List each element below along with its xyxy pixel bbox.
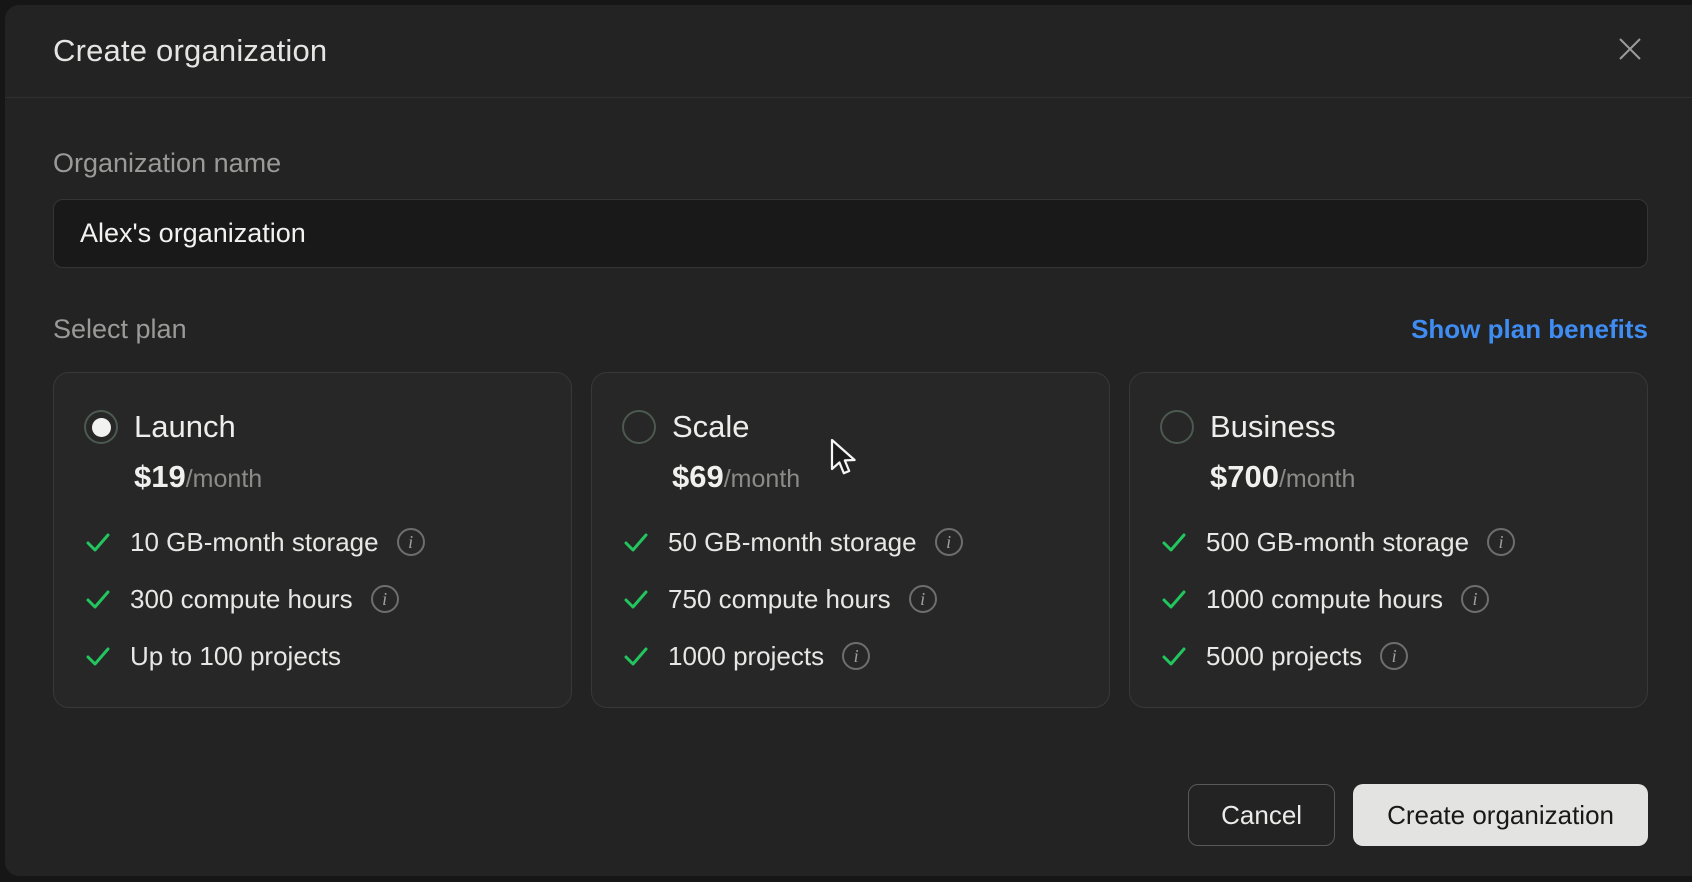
plan-features: 10 GB-month storage i 300 compute hours … bbox=[84, 525, 541, 673]
check-icon bbox=[1160, 642, 1188, 670]
feature-row: 5000 projects i bbox=[1160, 639, 1617, 673]
create-organization-button[interactable]: Create organization bbox=[1353, 784, 1648, 846]
plan-price-row: $700 /month bbox=[1210, 459, 1617, 495]
plan-price-row: $69 /month bbox=[672, 459, 1079, 495]
plan-period: /month bbox=[1279, 465, 1355, 494]
radio-launch[interactable] bbox=[84, 410, 118, 444]
organization-name-label: Organization name bbox=[53, 148, 1648, 179]
dialog-footer: Cancel Create organization bbox=[5, 784, 1692, 876]
plan-features: 50 GB-month storage i 750 compute hours … bbox=[622, 525, 1079, 673]
plan-header: Business bbox=[1160, 409, 1617, 445]
feature-label: Up to 100 projects bbox=[130, 641, 341, 672]
plan-features: 500 GB-month storage i 1000 compute hour… bbox=[1160, 525, 1617, 673]
plan-header: Scale bbox=[622, 409, 1079, 445]
dialog-title: Create organization bbox=[53, 33, 327, 69]
close-button[interactable] bbox=[1612, 33, 1648, 69]
feature-row: 750 compute hours i bbox=[622, 582, 1079, 616]
plan-header: Launch bbox=[84, 409, 541, 445]
check-icon bbox=[622, 585, 650, 613]
feature-row: 1000 compute hours i bbox=[1160, 582, 1617, 616]
feature-label: 50 GB-month storage bbox=[668, 527, 917, 558]
plan-card-business[interactable]: Business $700 /month 500 GB-month storag… bbox=[1129, 372, 1648, 708]
info-icon[interactable]: i bbox=[842, 642, 870, 670]
plan-name: Business bbox=[1210, 409, 1336, 445]
plan-period: /month bbox=[724, 465, 800, 494]
feature-label: 750 compute hours bbox=[668, 584, 891, 615]
info-icon[interactable]: i bbox=[935, 528, 963, 556]
info-icon[interactable]: i bbox=[371, 585, 399, 613]
radio-scale[interactable] bbox=[622, 410, 656, 444]
check-icon bbox=[84, 585, 112, 613]
feature-label: 500 GB-month storage bbox=[1206, 527, 1469, 558]
feature-label: 10 GB-month storage bbox=[130, 527, 379, 558]
plan-name: Scale bbox=[672, 409, 750, 445]
info-icon[interactable]: i bbox=[1487, 528, 1515, 556]
radio-dot bbox=[92, 418, 111, 437]
plan-name: Launch bbox=[134, 409, 236, 445]
feature-label: 5000 projects bbox=[1206, 641, 1362, 672]
select-plan-label: Select plan bbox=[53, 314, 187, 345]
dialog-header: Create organization bbox=[5, 5, 1692, 98]
plan-price: $19 bbox=[134, 459, 186, 495]
feature-label: 300 compute hours bbox=[130, 584, 353, 615]
feature-row: 500 GB-month storage i bbox=[1160, 525, 1617, 559]
feature-row: 1000 projects i bbox=[622, 639, 1079, 673]
radio-business[interactable] bbox=[1160, 410, 1194, 444]
info-icon[interactable]: i bbox=[397, 528, 425, 556]
check-icon bbox=[84, 642, 112, 670]
plan-section-header: Select plan Show plan benefits bbox=[53, 314, 1648, 345]
create-organization-dialog: Create organization Organization name Se… bbox=[5, 5, 1692, 876]
feature-row: 300 compute hours i bbox=[84, 582, 541, 616]
feature-row: Up to 100 projects i bbox=[84, 639, 541, 673]
plan-price: $700 bbox=[1210, 459, 1279, 495]
check-icon bbox=[622, 528, 650, 556]
check-icon bbox=[1160, 528, 1188, 556]
feature-row: 10 GB-month storage i bbox=[84, 525, 541, 559]
info-icon[interactable]: i bbox=[1461, 585, 1489, 613]
dialog-body: Organization name Select plan Show plan … bbox=[5, 98, 1692, 784]
check-icon bbox=[622, 642, 650, 670]
plan-price-row: $19 /month bbox=[134, 459, 541, 495]
plan-cards: Launch $19 /month 10 GB-month storage i … bbox=[53, 372, 1648, 708]
info-icon[interactable]: i bbox=[1380, 642, 1408, 670]
organization-name-input[interactable] bbox=[53, 199, 1648, 268]
check-icon bbox=[1160, 585, 1188, 613]
plan-price: $69 bbox=[672, 459, 724, 495]
check-icon bbox=[84, 528, 112, 556]
plan-card-launch[interactable]: Launch $19 /month 10 GB-month storage i … bbox=[53, 372, 572, 708]
feature-label: 1000 compute hours bbox=[1206, 584, 1443, 615]
feature-row: 50 GB-month storage i bbox=[622, 525, 1079, 559]
close-icon bbox=[1615, 34, 1645, 69]
info-icon[interactable]: i bbox=[909, 585, 937, 613]
plan-period: /month bbox=[186, 465, 262, 494]
plan-card-scale[interactable]: Scale $69 /month 50 GB-month storage i 7… bbox=[591, 372, 1110, 708]
feature-label: 1000 projects bbox=[668, 641, 824, 672]
cancel-button[interactable]: Cancel bbox=[1188, 784, 1335, 846]
show-plan-benefits-link[interactable]: Show plan benefits bbox=[1411, 314, 1648, 345]
